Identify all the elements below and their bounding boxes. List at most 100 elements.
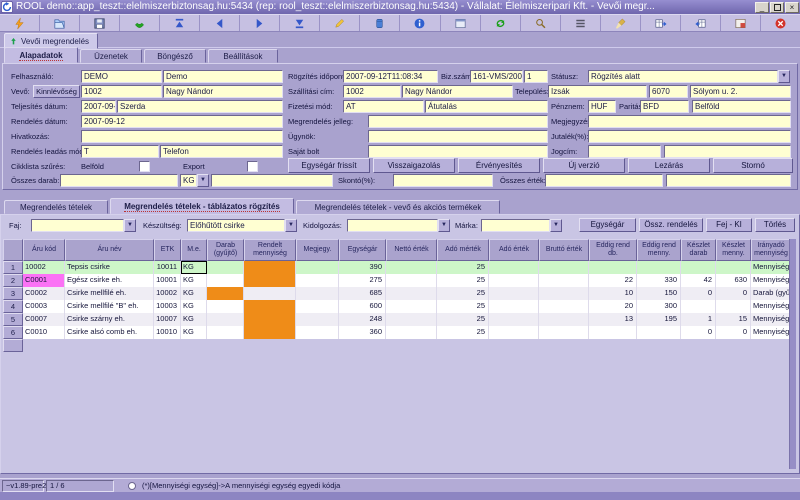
cell-aru_nev[interactable]: Csirke mellfilé "B" eh. — [65, 300, 154, 313]
cell-ado_ertek[interactable] — [489, 287, 539, 300]
cell-rendelt[interactable] — [244, 287, 296, 300]
cell-netto[interactable] — [386, 326, 437, 339]
cell-keszlet_menny[interactable]: 0 — [716, 287, 751, 300]
field-leadas-name[interactable]: Telefon — [160, 145, 283, 158]
field-osszes-darab2[interactable] — [211, 174, 333, 187]
unit-dropdown-button[interactable]: ▼ — [197, 174, 209, 187]
toolbar-search-button[interactable] — [521, 15, 561, 31]
restore-button[interactable] — [770, 2, 784, 13]
toolbar-info-button[interactable] — [400, 15, 440, 31]
field-fizetesi-mod-code[interactable]: AT — [343, 100, 424, 113]
cell-num[interactable]: 4 — [3, 300, 23, 313]
field-teljesites-datum[interactable]: 2007-09-12 — [81, 100, 116, 113]
col-header-ado_ertek[interactable]: Adó érték — [489, 239, 539, 261]
cell-keszlet_menny[interactable]: 15 — [716, 313, 751, 326]
cell-num[interactable]: 5 — [3, 313, 23, 326]
tab-bongeszo[interactable]: Böngésző — [144, 49, 206, 63]
field-biz-szam[interactable]: 161-VMS/2007 — [470, 70, 523, 83]
cell-keszlet_db[interactable]: 1 — [681, 313, 716, 326]
toolbar-clear-button[interactable] — [601, 15, 641, 31]
cell-brutto[interactable] — [539, 313, 589, 326]
cell-aru_kod[interactable]: 10002 — [23, 261, 65, 274]
field-iranyitoszam[interactable]: 6070 — [649, 85, 688, 98]
cell-eddig_menny[interactable]: 150 — [637, 287, 681, 300]
field-fizetesi-mod-name[interactable]: Átutalás — [425, 100, 548, 113]
field-jogcim-name[interactable] — [664, 145, 791, 158]
field-user-code[interactable]: DEMO — [81, 70, 162, 83]
col-header-ado_mertek[interactable]: Adó mérték — [437, 239, 489, 261]
cell-eddig_db[interactable]: 13 — [589, 313, 637, 326]
toolbar-close-form-button[interactable] — [761, 15, 800, 31]
cell-rendelt[interactable] — [244, 274, 296, 287]
fej-ki-button[interactable]: Fej - KI — [706, 218, 752, 232]
cell-brutto[interactable] — [539, 287, 589, 300]
minimize-button[interactable]: _ — [755, 2, 769, 13]
field-megjegyzes[interactable] — [588, 115, 791, 128]
cell-darab[interactable] — [207, 274, 244, 287]
egysegar-frissit-button[interactable]: Egységár frissít — [288, 158, 370, 173]
cell-darab[interactable] — [207, 300, 244, 313]
col-header-egysegar[interactable]: Egységár — [339, 239, 386, 261]
cell-iranyado[interactable]: Darab (gyűjtő) — [751, 287, 791, 300]
cell-netto[interactable] — [386, 261, 437, 274]
cell-eddig_db[interactable]: 20 — [589, 300, 637, 313]
cell-keszlet_menny[interactable]: 0 — [716, 326, 751, 339]
col-header-eddig_db[interactable]: Eddig rend db. — [589, 239, 637, 261]
col-header-keszlet_db[interactable]: Készlet darab — [681, 239, 716, 261]
cell-ado_ertek[interactable] — [489, 326, 539, 339]
field-utca[interactable]: Sólyom u. 2. — [690, 85, 791, 98]
col-header-rendelt[interactable]: Rendelt mennyiség — [244, 239, 296, 261]
field-jutalek[interactable] — [588, 130, 791, 143]
export-checkbox[interactable] — [247, 161, 258, 172]
cell-num[interactable]: 6 — [3, 326, 23, 339]
cell-ado_ertek[interactable] — [489, 274, 539, 287]
col-header-keszlet_menny[interactable]: Készlet menny. — [716, 239, 751, 261]
tab-megrendeles-tetelek[interactable]: Megrendelés tételek — [4, 200, 108, 214]
lezaras-button[interactable]: Lezárás — [628, 158, 710, 173]
cell-me[interactable]: KG — [181, 326, 207, 339]
cell-aru_kod[interactable]: C0007 — [23, 313, 65, 326]
egysegar-button[interactable]: Egységár — [579, 218, 636, 232]
cell-ado_mertek[interactable]: 25 — [437, 313, 489, 326]
cell-darab[interactable] — [207, 287, 244, 300]
cell-etk[interactable]: 10011 — [154, 261, 181, 274]
toolbar-open-button[interactable] — [40, 15, 80, 31]
cell-darab[interactable] — [207, 326, 244, 339]
field-sajat-bolt[interactable] — [368, 145, 548, 158]
cell-egysegar[interactable]: 275 — [339, 274, 386, 287]
tab-tablazatos-rogzites[interactable]: Megrendelés tételek - táblázatos rögzíté… — [110, 198, 294, 214]
table-row[interactable]: 6C0010Csirke alsó comb eh.10010KG3602500… — [3, 326, 791, 339]
storno-button[interactable]: Stornó — [713, 158, 793, 173]
col-header-aru_nev[interactable]: Áru név — [65, 239, 154, 261]
cell-keszlet_db[interactable] — [681, 300, 716, 313]
cell-megjegy[interactable] — [296, 274, 339, 287]
cell-brutto[interactable] — [539, 274, 589, 287]
table-row[interactable]: 3C0002Csirke mellfilé eh.10002KG68525101… — [3, 287, 791, 300]
cell-ado_mertek[interactable]: 25 — [437, 287, 489, 300]
kidolgozas-dropdown[interactable] — [347, 219, 438, 232]
cell-iranyado[interactable]: Mennyiségi — [751, 261, 791, 274]
cell-eddig_db[interactable] — [589, 326, 637, 339]
cell-brutto[interactable] — [539, 261, 589, 274]
field-osszes-ertek2[interactable] — [666, 174, 791, 187]
field-megrendeles-jelleg[interactable] — [368, 115, 548, 128]
vertical-scrollbar[interactable] — [789, 239, 796, 469]
col-header-etk[interactable]: ETK — [154, 239, 181, 261]
cell-aru_nev[interactable]: Csirke mellfilé eh. — [65, 287, 154, 300]
toolbar-refresh-lightning-button[interactable] — [0, 15, 40, 31]
field-skonto[interactable] — [393, 174, 493, 187]
cell-iranyado[interactable]: Mennyiségi — [751, 274, 791, 287]
cell-num[interactable]: 3 — [3, 287, 23, 300]
toolbar-database-button[interactable] — [360, 15, 400, 31]
cell-netto[interactable] — [386, 313, 437, 326]
cell-aru_nev[interactable]: Csirke szárny eh. — [65, 313, 154, 326]
cell-eddig_db[interactable]: 22 — [589, 274, 637, 287]
cell-keszlet_db[interactable]: 42 — [681, 274, 716, 287]
col-header-megjegy[interactable]: Megjegy. — [296, 239, 339, 261]
cell-egysegar[interactable]: 390 — [339, 261, 386, 274]
cell-aru_nev[interactable]: Csirke alsó comb eh. — [65, 326, 154, 339]
marka-dropdown-button[interactable]: ▼ — [550, 219, 562, 232]
field-teljesites-nap[interactable]: Szerda — [117, 100, 283, 113]
cell-keszlet_menny[interactable]: 630 — [716, 274, 751, 287]
cell-megjegy[interactable] — [296, 261, 339, 274]
